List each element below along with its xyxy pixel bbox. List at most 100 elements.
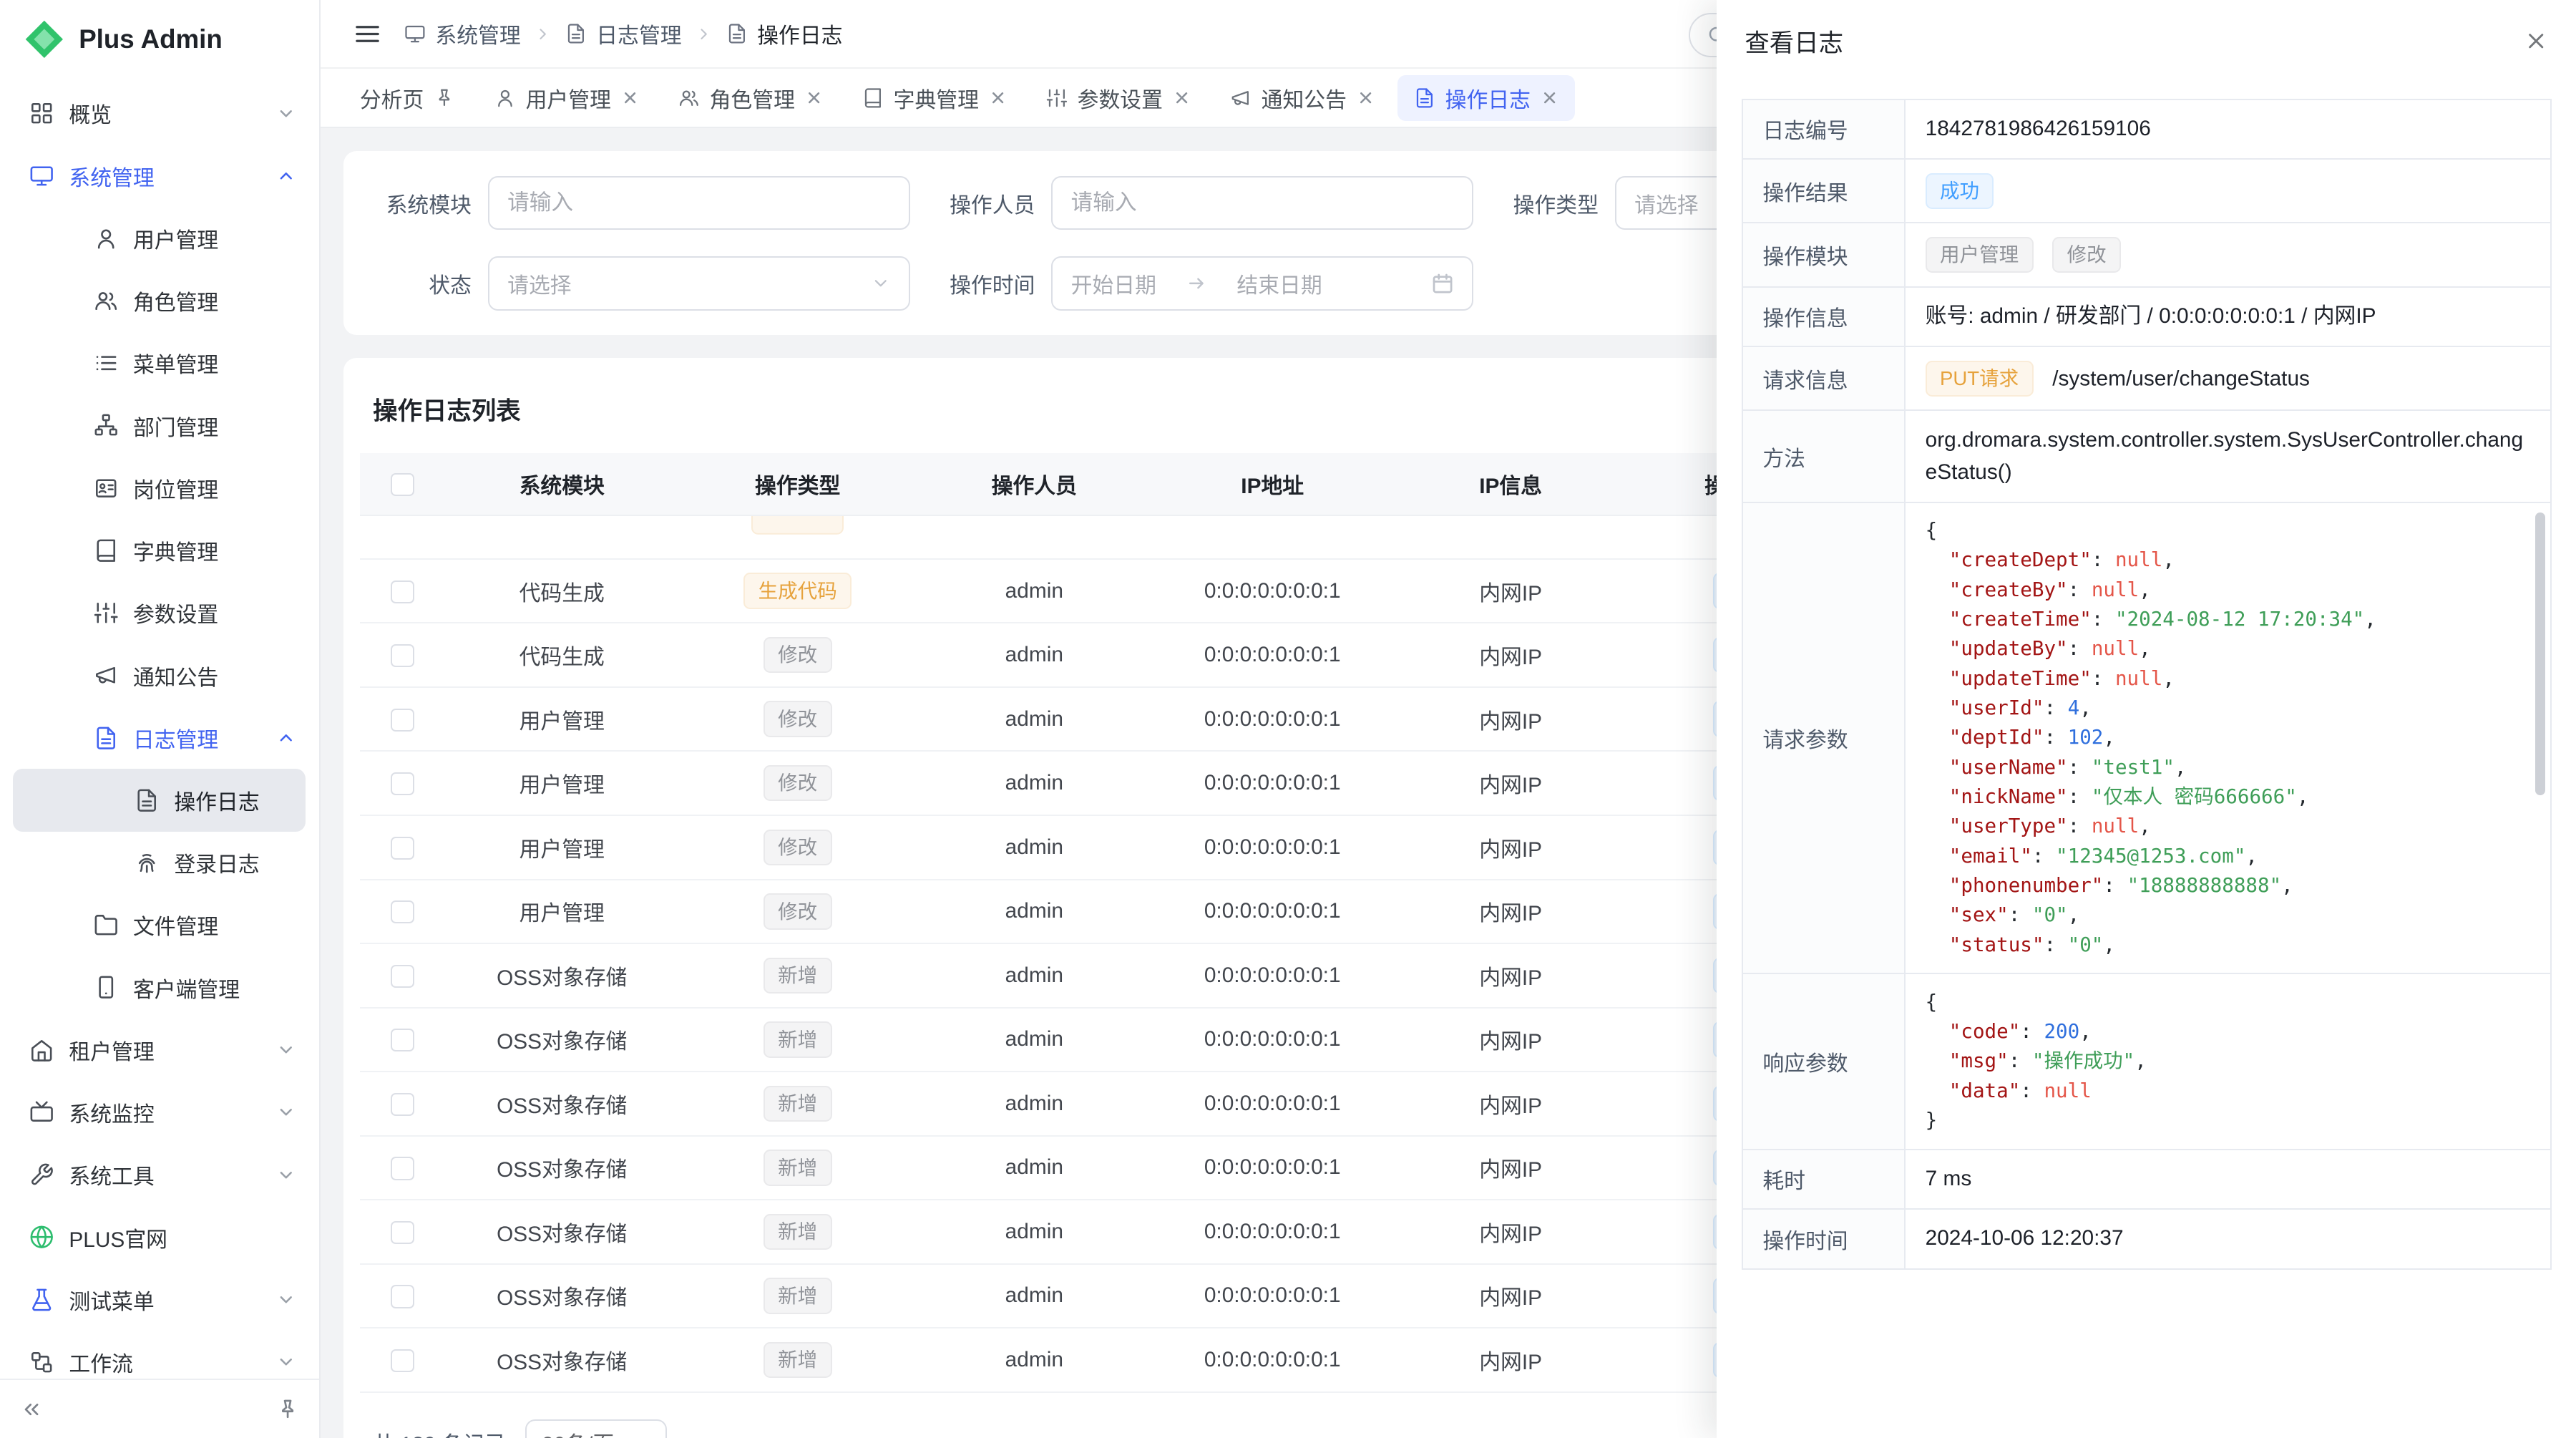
row-checkbox[interactable] (391, 1029, 414, 1051)
status-select[interactable]: 请选择 (488, 256, 910, 311)
sidebar-item-system-tools[interactable]: 系统工具 (0, 1144, 319, 1206)
sidebar-item-notice[interactable]: 通知公告 (0, 644, 319, 706)
row-checkbox[interactable] (391, 1285, 414, 1308)
operation-info-value: 账号: admin / 研发部门 / 0:0:0:0:0:0:0:1 / 内网I… (1905, 287, 2551, 346)
column-header-type[interactable]: 操作类型 (678, 453, 917, 515)
close-icon[interactable] (621, 89, 639, 107)
sidebar-item-label: 测试菜单 (69, 1284, 276, 1316)
sidebar-collapse-icon[interactable] (20, 1398, 43, 1421)
sidebar-item-login-log[interactable]: 登录日志 (0, 832, 319, 894)
column-header-module[interactable]: 系统模块 (445, 453, 678, 515)
smartphone-icon (94, 975, 118, 999)
column-header-ip-info[interactable]: IP信息 (1393, 453, 1628, 515)
sidebar-item-dept-management[interactable]: 部门管理 (0, 394, 319, 457)
op-type-tag: 新增 (763, 958, 832, 994)
cell-module: 代码生成 (445, 559, 678, 623)
cell-module: OSS对象存储 (445, 1008, 678, 1072)
cell-module: 用户管理 (445, 687, 678, 752)
row-checkbox[interactable] (391, 1157, 414, 1180)
sidebar-item-user-management[interactable]: 用户管理 (0, 207, 319, 269)
sidebar-item-workflow[interactable]: 工作流 (0, 1331, 319, 1379)
detail-row-response-params: 响应参数 { "code": 200, "msg": "操作成功", "data… (1742, 973, 2551, 1149)
scrollbar-thumb[interactable] (2535, 512, 2545, 795)
tab-operation-log[interactable]: 操作日志 (1397, 75, 1575, 121)
json-code: { "code": 200, "msg": "操作成功", "data": nu… (1926, 988, 2531, 1136)
detail-label: 响应参数 (1742, 973, 1905, 1149)
drawer-header: 查看日志 (1717, 0, 2576, 82)
tab-param-settings[interactable]: 参数设置 (1030, 75, 1207, 121)
breadcrumb-item-log[interactable]: 日志管理 (565, 18, 682, 49)
tab-role-management[interactable]: 角色管理 (662, 75, 839, 121)
sidebar-item-tenant-management[interactable]: 租户管理 (0, 1019, 319, 1081)
close-icon[interactable] (989, 89, 1007, 107)
sidebar-item-client-management[interactable]: 客户端管理 (0, 956, 319, 1019)
operator-input[interactable] (1051, 176, 1473, 230)
drawer-body: 日志编号 1842781986426159106 操作结果 成功 操作模块 用户… (1717, 82, 2576, 1438)
breadcrumb: 系统管理 日志管理 操作日志 (404, 18, 843, 49)
filter-label: 操作类型 (1500, 188, 1599, 219)
select-placeholder: 请选择 (1634, 188, 1698, 219)
row-checkbox[interactable] (391, 1221, 414, 1244)
globe-icon (29, 1225, 54, 1249)
select-all-checkbox[interactable] (391, 473, 414, 496)
tab-user-management[interactable]: 用户管理 (478, 75, 655, 121)
cell-operator: admin (917, 751, 1151, 815)
time-range-picker[interactable]: 开始日期 结束日期 (1051, 256, 1473, 311)
row-checkbox[interactable] (391, 837, 414, 860)
sidebar-item-overview[interactable]: 概览 (0, 82, 319, 145)
close-icon[interactable] (1173, 89, 1191, 107)
op-type-tag: 修改 (763, 893, 832, 930)
row-checkbox[interactable] (391, 1349, 414, 1372)
chevron-down-icon (276, 1102, 296, 1122)
sidebar-item-plus-website[interactable]: PLUS官网 (0, 1206, 319, 1268)
row-checkbox[interactable] (391, 644, 414, 667)
sidebar-item-file-management[interactable]: 文件管理 (0, 894, 319, 956)
chevron-right-icon (695, 25, 713, 43)
app-logo[interactable]: Plus Admin (0, 0, 319, 79)
sidebar-item-param-settings[interactable]: 参数设置 (0, 582, 319, 644)
column-header-ip[interactable]: IP地址 (1151, 453, 1393, 515)
sidebar-item-operation-log[interactable]: 操作日志 (13, 769, 306, 831)
range-start-placeholder: 开始日期 (1071, 268, 1156, 299)
request-params-code: { "createDept": null, "createBy": null, … (1905, 502, 2551, 974)
cell-module: OSS对象存储 (445, 1136, 678, 1200)
tab-notice[interactable]: 通知公告 (1214, 75, 1391, 121)
sidebar-item-log-management[interactable]: 日志管理 (0, 706, 319, 769)
column-header-operator[interactable]: 操作人员 (917, 453, 1151, 515)
sidebar-pin-icon[interactable] (276, 1398, 299, 1421)
sidebar-item-menu-management[interactable]: 菜单管理 (0, 332, 319, 394)
breadcrumb-label: 系统管理 (435, 18, 520, 49)
close-icon[interactable] (805, 89, 823, 107)
sidebar-item-test-menu[interactable]: 测试菜单 (0, 1268, 319, 1331)
org-chart-icon (94, 413, 118, 437)
row-checkbox[interactable] (391, 1093, 414, 1116)
cell-operator: admin (917, 1264, 1151, 1328)
cell-ip: 0:0:0:0:0:0:0:1 (1151, 1008, 1393, 1072)
breadcrumb-item-operation-log[interactable]: 操作日志 (726, 18, 843, 49)
sidebar-item-system-management[interactable]: 系统管理 (0, 145, 319, 207)
sidebar-item-dict-management[interactable]: 字典管理 (0, 519, 319, 581)
row-checkbox[interactable] (391, 772, 414, 795)
close-icon[interactable] (1541, 89, 1558, 107)
module-input[interactable] (488, 176, 910, 230)
row-checkbox[interactable] (391, 709, 414, 732)
sidebar-item-role-management[interactable]: 角色管理 (0, 269, 319, 331)
close-icon[interactable] (1357, 89, 1375, 107)
page-size-select[interactable]: 20条/页 (525, 1419, 666, 1438)
cell-operator: admin (917, 1008, 1151, 1072)
breadcrumb-item-system[interactable]: 系统管理 (404, 18, 521, 49)
sidebar-item-system-monitor[interactable]: 系统监控 (0, 1082, 319, 1144)
detail-label: 操作结果 (1742, 159, 1905, 223)
tab-dict-management[interactable]: 字典管理 (846, 75, 1023, 121)
row-checkbox[interactable] (391, 580, 414, 603)
close-icon[interactable] (2524, 29, 2548, 53)
detail-row-info: 操作信息 账号: admin / 研发部门 / 0:0:0:0:0:0:0:1 … (1742, 287, 2551, 346)
cell-ip-info: 内网IP (1393, 559, 1628, 623)
hamburger-icon[interactable] (353, 20, 381, 48)
row-checkbox[interactable] (391, 900, 414, 923)
tab-analysis[interactable]: 分析页 (343, 75, 472, 121)
chevron-down-icon (276, 1352, 296, 1372)
row-checkbox[interactable] (391, 965, 414, 988)
sidebar-item-post-management[interactable]: 岗位管理 (0, 457, 319, 519)
op-type-tag: 修改 (763, 701, 832, 737)
